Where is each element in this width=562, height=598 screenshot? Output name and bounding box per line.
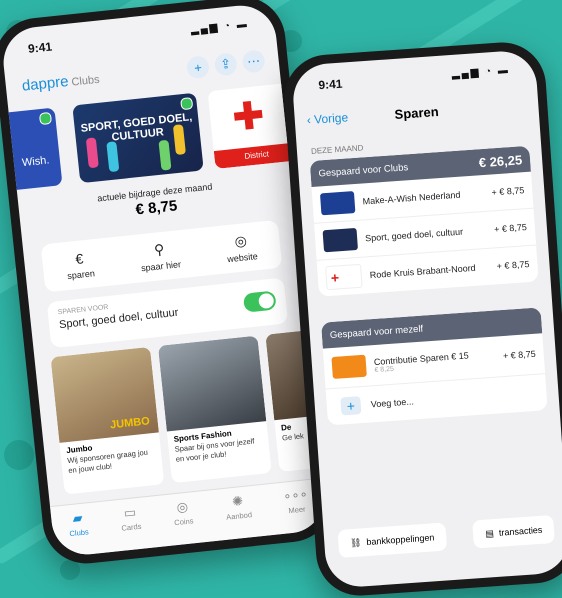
more-icon[interactable]: ⋯	[241, 49, 266, 74]
sponsor-card-jumbo[interactable]: JUMBO Jumbo Wij sponsoren graag jou en j…	[50, 346, 165, 495]
contributie-logo	[331, 354, 367, 379]
sport-goed-doel-logo	[322, 227, 359, 253]
club-card-sport[interactable]: SPORT, GOED DOEL, CULTUUR	[72, 92, 204, 184]
card-icon: ▭	[122, 504, 137, 521]
club-card-make-a-wish[interactable]: Wish.	[0, 107, 63, 192]
right-phone: 9:41 ▂▄▆ ◔ ▬ ‹ Vorige Sparen DEZE MAAND …	[281, 39, 562, 598]
more-icon: ∘∘∘	[282, 486, 309, 504]
location-pin-icon: ⚲	[153, 240, 166, 258]
share-icon[interactable]: ⇪	[213, 52, 238, 77]
tab-coins[interactable]: ◎ Coins	[172, 498, 196, 545]
euro-icon: €	[74, 249, 85, 267]
nav-bar: ‹ Vorige Sparen	[294, 93, 539, 136]
signal-wifi-battery-icon: ▂▄▆ ◔ ▬	[190, 18, 250, 36]
action-spaar-hier[interactable]: ⚲ spaar hier	[139, 239, 182, 273]
club-carousel[interactable]: Wish. SPORT, GOED DOEL, CULTUUR District	[0, 83, 296, 192]
sponsor-card-sports-fashion[interactable]: Sports Fashion Spaar bij ons voor jezelf…	[157, 335, 272, 484]
bottom-buttons: ⛓ bankkoppelingen ▤ transacties	[324, 514, 562, 559]
action-sparen[interactable]: € sparen	[65, 249, 95, 281]
sparen-screen: 9:41 ▂▄▆ ◔ ▬ ‹ Vorige Sparen DEZE MAAND …	[291, 49, 562, 589]
link-icon: ⛓	[349, 536, 362, 548]
self-savings-group: Gespaard voor mezelf Contributie Sparen …	[320, 307, 548, 426]
plus-icon: +	[340, 396, 362, 416]
clubs-savings-group: Gespaard voor Clubs € 26,25 Make-A-Wish …	[309, 145, 539, 297]
plus-icon[interactable]: +	[185, 55, 211, 80]
signal-wifi-battery-icon: ▂▄▆ ◔ ▬	[451, 64, 511, 80]
status-time: 9:41	[27, 39, 53, 56]
page-title: Sparen	[394, 103, 440, 123]
tab-cards[interactable]: ▭ Cards	[119, 504, 144, 551]
tab-meer[interactable]: ∘∘∘ Meer	[283, 486, 312, 533]
coin-icon: ◎	[175, 498, 189, 515]
check-icon	[38, 111, 53, 126]
make-a-wish-logo	[319, 191, 356, 216]
tab-clubs[interactable]: ▰ Clubs	[67, 509, 91, 556]
red-cross-logo	[233, 100, 264, 131]
clubs-total: € 26,25	[478, 151, 523, 170]
sponsor-list: JUMBO Jumbo Wij sponsoren graag jou en j…	[50, 328, 328, 496]
clubs-screen: 9:41 ▂▄▆ ◔ ▬ dappre Clubs + ⇪ ⋯ Wish. SPO…	[0, 2, 328, 558]
clubs-icon: ▰	[71, 509, 84, 526]
offer-icon: ✺	[231, 492, 244, 510]
club-card-rode-kruis[interactable]: District	[207, 83, 296, 169]
bankkoppelingen-button[interactable]: ⛓ bankkoppelingen	[337, 522, 448, 558]
section-label: DEZE MAAND	[310, 143, 364, 156]
brand-logo: dappre Clubs	[21, 72, 101, 95]
sparen-toggle[interactable]	[242, 290, 277, 313]
receipt-icon: ▤	[485, 527, 495, 539]
compass-icon: ◎	[233, 232, 248, 250]
check-icon	[180, 97, 194, 111]
rode-kruis-logo: +	[325, 263, 363, 291]
status-bar: 9:41 ▂▄▆ ◔ ▬	[27, 19, 249, 56]
tab-aanbod[interactable]: ✺ Aanbod	[224, 492, 254, 539]
transacties-button[interactable]: ▤ transacties	[472, 514, 556, 549]
action-website[interactable]: ◎ website	[225, 231, 258, 264]
status-bar: 9:41 ▂▄▆ ◔ ▬	[317, 64, 511, 93]
